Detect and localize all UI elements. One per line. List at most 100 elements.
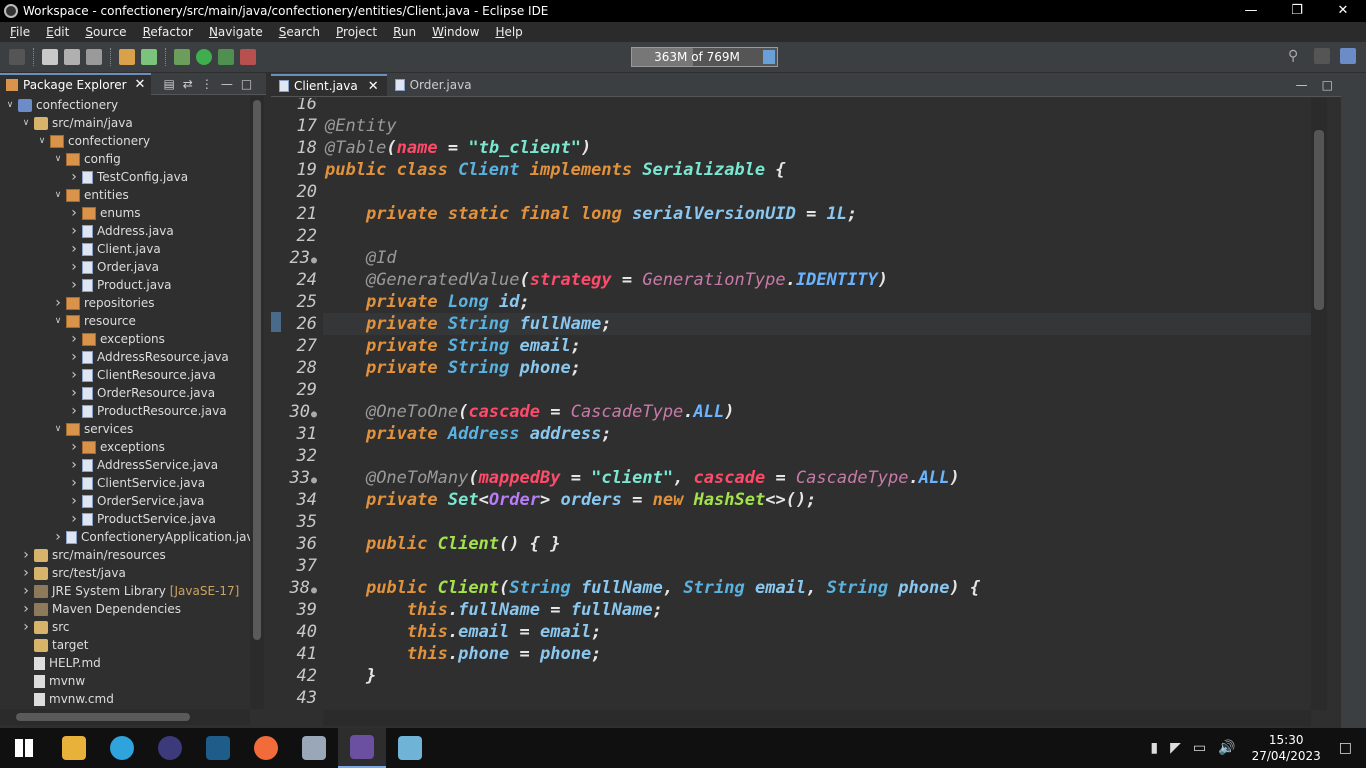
tree-item[interactable]: ∨ entities: [52, 186, 129, 204]
open-type-icon[interactable]: [119, 49, 135, 65]
taskbar-app[interactable]: [146, 728, 194, 768]
tree-item[interactable]: › ClientResource.java: [68, 366, 216, 384]
taskbar-app[interactable]: [50, 728, 98, 768]
fold-icon[interactable]: ●: [311, 585, 317, 596]
battery-icon[interactable]: ▮: [1150, 740, 1158, 756]
tree-item[interactable]: › ProductService.java: [68, 510, 216, 528]
wifi-icon[interactable]: ◤: [1170, 740, 1181, 756]
package-explorer-tab[interactable]: Package Explorer ✕: [0, 72, 152, 95]
taskbar-app[interactable]: [242, 728, 290, 768]
chevron-down-icon[interactable]: ∨: [52, 424, 64, 434]
menu-item-edit[interactable]: Edit: [38, 25, 77, 39]
chevron-right-icon[interactable]: ›: [68, 403, 80, 419]
tree-item[interactable]: › exceptions: [68, 330, 165, 348]
explorer-vertical-scrollbar[interactable]: [250, 96, 264, 709]
tree-item[interactable]: ∨ resource: [52, 312, 136, 330]
tree-item[interactable]: › ClientService.java: [68, 474, 205, 492]
close-icon[interactable]: ✕: [135, 77, 146, 92]
tree-item[interactable]: ∨ services: [52, 420, 134, 438]
chevron-right-icon[interactable]: ›: [68, 259, 80, 275]
start-button[interactable]: [0, 728, 48, 768]
tree-item[interactable]: › OrderResource.java: [68, 384, 215, 402]
refresh-icon[interactable]: [141, 49, 157, 65]
chevron-right-icon[interactable]: ›: [68, 277, 80, 293]
taskbar-app[interactable]: [290, 728, 338, 768]
collapse-all-icon[interactable]: ▤: [163, 77, 174, 91]
tree-item[interactable]: ∨ config: [52, 150, 121, 168]
tree-item[interactable]: › OrderService.java: [68, 492, 204, 510]
heap-status[interactable]: 363M of 769M: [631, 47, 778, 67]
chevron-down-icon[interactable]: ∨: [52, 154, 64, 164]
external-tools-icon[interactable]: [240, 49, 256, 65]
tree-item[interactable]: mvnw.cmd: [20, 690, 114, 708]
tree-item[interactable]: ∨ confectionery: [4, 96, 118, 114]
clock[interactable]: 15:30 27/04/2023: [1252, 732, 1321, 764]
tree-item[interactable]: › ConfectioneryApplication.java: [52, 528, 250, 546]
editor-horizontal-scrollbar[interactable]: [323, 710, 1311, 726]
search-icon[interactable]: ⚲: [1288, 48, 1304, 64]
tree-item[interactable]: › Order.java: [68, 258, 159, 276]
taskbar-app[interactable]: [386, 728, 434, 768]
code-editor[interactable]: 16 17 @Entity 18 @Table(name = "tb_client") 1…: [271, 98, 1311, 710]
maximize-view-icon[interactable]: □: [241, 77, 252, 91]
chevron-right-icon[interactable]: ›: [68, 475, 80, 491]
debug-icon[interactable]: [174, 49, 190, 65]
run-config-icon[interactable]: [218, 49, 234, 65]
tree-item[interactable]: › TestConfig.java: [68, 168, 188, 186]
chevron-right-icon[interactable]: ›: [68, 331, 80, 347]
taskbar-app[interactable]: [98, 728, 146, 768]
java-perspective-icon[interactable]: [1340, 48, 1356, 64]
tree-item[interactable]: › Client.java: [68, 240, 161, 258]
tab-order-java[interactable]: Order.java: [387, 74, 480, 96]
chevron-down-icon[interactable]: ∨: [20, 118, 32, 128]
open-perspective-icon[interactable]: [1314, 48, 1330, 64]
tree-item[interactable]: › src/test/java: [20, 564, 126, 582]
maximize-editor-icon[interactable]: □: [1322, 78, 1333, 92]
chevron-down-icon[interactable]: ∨: [36, 136, 48, 146]
chevron-right-icon[interactable]: ›: [20, 547, 32, 563]
link-with-editor-icon[interactable]: ⇄: [183, 77, 193, 91]
tree-item[interactable]: › AddressResource.java: [68, 348, 229, 366]
fold-icon[interactable]: ●: [311, 255, 317, 266]
chevron-right-icon[interactable]: ›: [68, 205, 80, 221]
tree-item[interactable]: HELP.md: [20, 654, 101, 672]
tree-item[interactable]: ∨ src/main/java: [20, 114, 133, 132]
minimize-editor-icon[interactable]: —: [1296, 78, 1308, 92]
chevron-right-icon[interactable]: ›: [20, 583, 32, 599]
chevron-right-icon[interactable]: ›: [68, 457, 80, 473]
tree-item[interactable]: mvnw: [20, 672, 85, 690]
minimize-view-icon[interactable]: —: [221, 77, 233, 91]
run-icon[interactable]: [196, 49, 212, 65]
chevron-down-icon[interactable]: ∨: [52, 316, 64, 326]
save-icon[interactable]: [64, 49, 80, 65]
taskbar-app[interactable]: [338, 728, 386, 768]
chevron-right-icon[interactable]: ›: [68, 385, 80, 401]
tree-item[interactable]: › enums: [68, 204, 140, 222]
save-all-icon[interactable]: [86, 49, 102, 65]
volume-icon[interactable]: 🔊: [1218, 740, 1235, 756]
tree-item[interactable]: › repositories: [52, 294, 154, 312]
chevron-right-icon[interactable]: ›: [68, 223, 80, 239]
tree-item[interactable]: › ProductResource.java: [68, 402, 226, 420]
menu-item-window[interactable]: Window: [424, 25, 487, 39]
menu-item-file[interactable]: File: [2, 25, 38, 39]
chevron-right-icon[interactable]: ›: [68, 241, 80, 257]
tree-item[interactable]: › JRE System Library [JavaSE-17]: [20, 582, 239, 600]
tablet-icon[interactable]: ▭: [1193, 740, 1206, 756]
chevron-right-icon[interactable]: ›: [68, 367, 80, 383]
menu-item-project[interactable]: Project: [328, 25, 385, 39]
menu-item-search[interactable]: Search: [271, 25, 328, 39]
menu-item-navigate[interactable]: Navigate: [201, 25, 271, 39]
tree-item[interactable]: › Product.java: [68, 276, 171, 294]
tree-item[interactable]: › Address.java: [68, 222, 174, 240]
chevron-right-icon[interactable]: ›: [68, 349, 80, 365]
tree-item[interactable]: › AddressService.java: [68, 456, 218, 474]
new-icon[interactable]: [42, 49, 58, 65]
chevron-down-icon[interactable]: ∨: [4, 100, 16, 110]
chevron-right-icon[interactable]: ›: [68, 169, 80, 185]
menu-item-source[interactable]: Source: [77, 25, 134, 39]
tree-item[interactable]: › exceptions: [68, 438, 165, 456]
minimize-button[interactable]: —: [1228, 0, 1274, 22]
menu-icon[interactable]: [9, 49, 25, 65]
chevron-right-icon[interactable]: ›: [68, 493, 80, 509]
